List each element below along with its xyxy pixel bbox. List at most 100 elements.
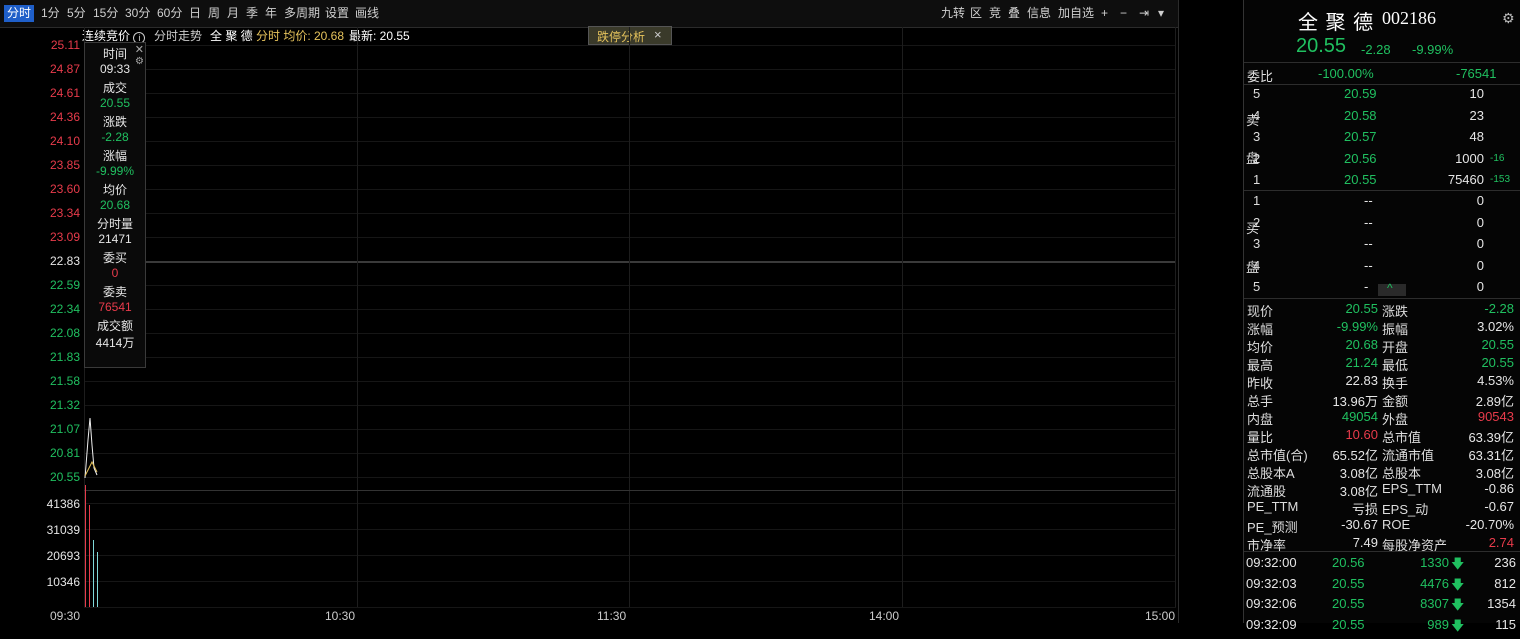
stat-value: -9.99% <box>1336 319 1378 334</box>
chart-right-margin <box>1178 0 1244 623</box>
tick-count: 1354 <box>1487 596 1516 611</box>
tooltip-value: 21471 <box>98 232 132 246</box>
sell-level: 3 <box>1253 129 1261 144</box>
sell-price[interactable]: 20.57 <box>1344 129 1377 144</box>
stock-name: 全 聚 德 <box>1298 12 1375 34</box>
stat-label: 昨收 <box>1247 376 1274 391</box>
stat-value: 2.89亿 <box>1475 394 1514 409</box>
stat-label: 最高 <box>1247 358 1274 373</box>
stat-label: ROE <box>1382 517 1411 532</box>
buy-volume: 0 <box>1476 279 1484 294</box>
buy-price[interactable]: - <box>1364 279 1368 294</box>
tooltip-value: 09:33 <box>99 62 131 76</box>
buy-price[interactable]: -- <box>1364 215 1373 230</box>
stat-label: 总手 <box>1247 394 1274 409</box>
stat-label: 量比 <box>1247 430 1274 445</box>
stat-value: 13.96万 <box>1332 394 1378 409</box>
settings-gear-icon[interactable]: ⚙ <box>1502 10 1515 27</box>
buy-price[interactable]: -- <box>1364 258 1373 273</box>
buy-volume: 0 <box>1476 257 1484 273</box>
tooltip-label: 委买 <box>102 251 127 265</box>
buy-volume: 0 <box>1476 193 1484 208</box>
sell-price[interactable]: 20.58 <box>1344 108 1377 123</box>
tick-time: 09:32:09 <box>1246 616 1297 632</box>
tick-count: 236 <box>1494 555 1516 570</box>
volume-bar <box>85 485 86 607</box>
stat-value: 3.08亿 <box>1339 484 1378 499</box>
stat-label: 外盘 <box>1382 412 1409 427</box>
sell-price[interactable]: 20.56 <box>1344 151 1377 166</box>
stat-value: 3.08亿 <box>1475 466 1514 481</box>
stat-value: 3.02% <box>1477 319 1514 334</box>
buy-level: 5 <box>1253 279 1261 294</box>
current-price: 20.55 <box>1296 35 1347 57</box>
buy-level: 3 <box>1253 236 1261 251</box>
tooltip-value: 4414万 <box>95 336 135 350</box>
sell-volume-change: -153 <box>1490 174 1511 185</box>
stat-value: -0.67 <box>1484 499 1514 514</box>
sell-price[interactable]: 20.55 <box>1344 172 1377 187</box>
tooltip-value: -2.28 <box>101 130 129 144</box>
buy-level: 2 <box>1253 214 1261 230</box>
stat-value: 65.52亿 <box>1332 448 1378 463</box>
stat-label: 振幅 <box>1382 322 1409 337</box>
tooltip-label: 分时量 <box>96 217 133 231</box>
tick-volume: 8307 <box>1420 596 1449 611</box>
tooltip-value: -9.99% <box>95 164 135 178</box>
stat-value: 20.55 <box>1481 337 1514 352</box>
stat-label: 均价 <box>1247 340 1274 355</box>
weibi-pct: -100.00% <box>1318 66 1374 81</box>
down-arrow-icon: 🡇 <box>1451 576 1465 592</box>
stat-label: 流通股 <box>1247 484 1287 499</box>
tick-time: 09:32:03 <box>1246 575 1297 591</box>
sell-level: 2 <box>1253 150 1261 166</box>
stat-label: 现价 <box>1247 304 1274 319</box>
stat-label: EPS_动 <box>1382 502 1429 517</box>
stat-label: PE_TTM <box>1247 499 1299 514</box>
sell-level: 1 <box>1253 172 1261 187</box>
tooltip-value: 0 <box>111 266 119 280</box>
volume-bar <box>89 505 90 607</box>
stat-label: 最低 <box>1382 358 1409 373</box>
stat-label: 涨跌 <box>1382 304 1409 319</box>
stat-label: 内盘 <box>1247 412 1274 427</box>
stat-value: 20.55 <box>1481 355 1514 370</box>
down-arrow-icon: 🡇 <box>1451 597 1465 612</box>
price-line-layer <box>84 417 98 607</box>
stat-value: 4.53% <box>1477 373 1514 388</box>
crosshair-tooltip: ✕ ⚙ 时间 09:33 成交 20.55 涨跌 -2.28 涨幅 -9.99% 均价 20.68… <box>84 42 146 368</box>
tick-price: 20.55 <box>1332 616 1365 632</box>
buy-price[interactable]: -- <box>1364 236 1373 251</box>
sell-level: 5 <box>1253 86 1261 101</box>
stat-value: 3.08亿 <box>1339 466 1378 481</box>
volume-bar <box>97 552 98 607</box>
sell-volume: 1000 <box>1455 150 1484 166</box>
stat-value: -20.70% <box>1465 517 1514 532</box>
chevron-up-icon: ^ <box>1387 281 1393 295</box>
sell-price[interactable]: 20.59 <box>1344 86 1377 101</box>
sell-level: 4 <box>1253 107 1261 123</box>
stat-value: 90543 <box>1477 409 1514 424</box>
price-change-pct: -9.99% <box>1412 42 1454 57</box>
tooltip-label: 成交额 <box>96 319 133 333</box>
stat-label: 总股本 <box>1382 466 1422 481</box>
stat-label: PE_预测 <box>1247 520 1298 535</box>
tick-volume: 4476 <box>1420 575 1449 591</box>
stat-value: 亏损 <box>1351 502 1378 517</box>
weibi-diff: -76541 <box>1456 66 1497 81</box>
tick-price: 20.55 <box>1332 575 1365 591</box>
collapse-toggle[interactable]: ^ <box>1378 281 1406 296</box>
stat-label: 金额 <box>1382 394 1409 409</box>
stat-value: -2.28 <box>1484 301 1514 316</box>
stat-value: 20.55 <box>1345 301 1378 316</box>
stat-value: 22.83 <box>1345 373 1378 388</box>
sell-volume: 48 <box>1469 129 1484 144</box>
tooltip-label: 成交 <box>102 81 127 95</box>
tick-volume: 989 <box>1427 616 1449 632</box>
stat-value: 63.39亿 <box>1468 430 1514 445</box>
stat-label: EPS_TTM <box>1382 481 1442 496</box>
stat-value: -30.67 <box>1341 517 1378 532</box>
buy-price[interactable]: -- <box>1364 193 1373 208</box>
tick-volume: 1330 <box>1420 555 1449 570</box>
stat-value: 7.49 <box>1352 535 1378 550</box>
